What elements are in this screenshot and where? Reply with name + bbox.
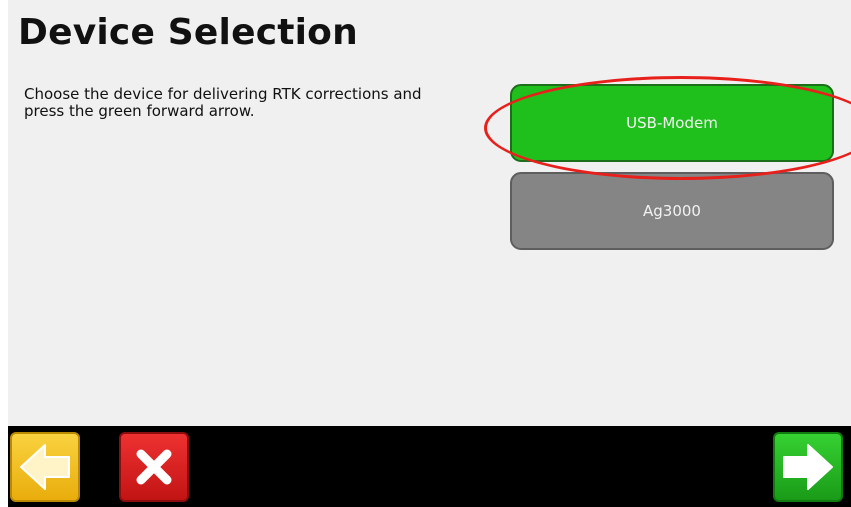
ag3000-button[interactable]: Ag3000 (510, 172, 834, 250)
device-selection-screen: Device Selection Choose the device for d… (8, 0, 851, 507)
back-button[interactable] (10, 432, 80, 502)
arrow-right-icon (783, 444, 833, 490)
instructions-text: Choose the device for delivering RTK cor… (24, 85, 422, 120)
usb-modem-button[interactable]: USB-Modem (510, 84, 834, 162)
page-title: Device Selection (18, 12, 358, 53)
forward-button[interactable] (773, 432, 843, 502)
cancel-button[interactable] (119, 432, 189, 502)
close-x-icon (136, 449, 172, 485)
arrow-left-icon (20, 444, 70, 490)
